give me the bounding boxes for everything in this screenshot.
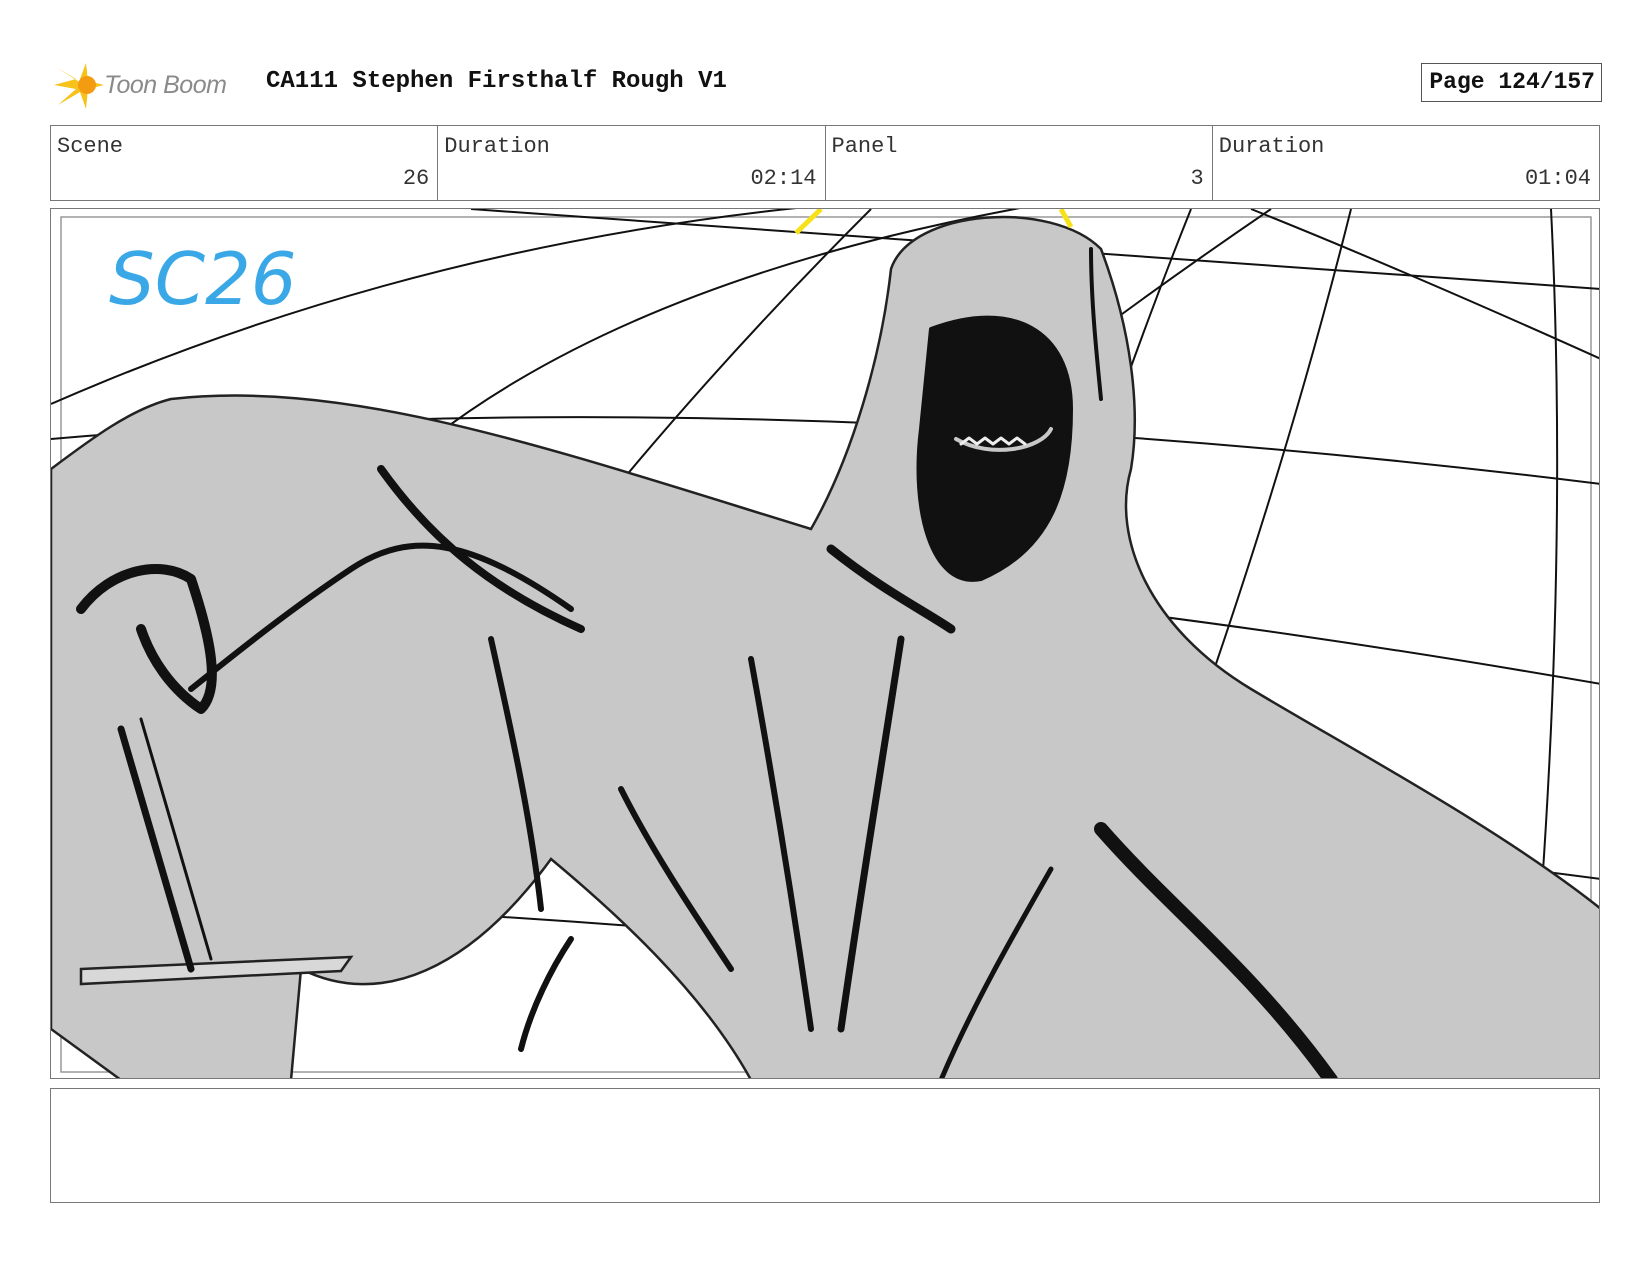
page-indicator: Page 124/157 xyxy=(1421,63,1602,102)
scene-cell: Scene 26 xyxy=(51,126,439,200)
figure-fill xyxy=(51,215,1599,1078)
panel-sketch: SC26 xyxy=(51,209,1599,1078)
scene-duration-cell: Duration 02:14 xyxy=(438,126,826,200)
document-title: CA111 Stephen Firsthalf Rough V1 xyxy=(266,68,727,95)
scene-duration-label: Duration xyxy=(444,134,550,159)
starburst-icon xyxy=(54,63,104,109)
notes-area xyxy=(50,1088,1600,1203)
storyboard-panel: SC26 xyxy=(50,208,1600,1079)
logo-text: Toon Boom xyxy=(104,70,227,99)
panel-value: 3 xyxy=(1190,166,1204,191)
scene-value: 26 xyxy=(402,166,430,191)
info-row: Scene 26 Duration 02:14 Panel 3 Duration… xyxy=(50,125,1600,201)
panel-cell: Panel 3 xyxy=(826,126,1213,200)
panel-label: Panel xyxy=(831,134,898,159)
scene-label: Scene xyxy=(57,134,124,159)
panel-duration-cell: Duration 01:04 xyxy=(1213,126,1599,200)
toon-boom-logo: Toon Boom xyxy=(54,58,254,112)
panel-duration-value: 01:04 xyxy=(1524,166,1591,191)
scene-duration-value: 02:14 xyxy=(750,166,817,191)
panel-duration-label: Duration xyxy=(1218,134,1325,159)
handwritten-note: SC26 xyxy=(109,237,297,321)
